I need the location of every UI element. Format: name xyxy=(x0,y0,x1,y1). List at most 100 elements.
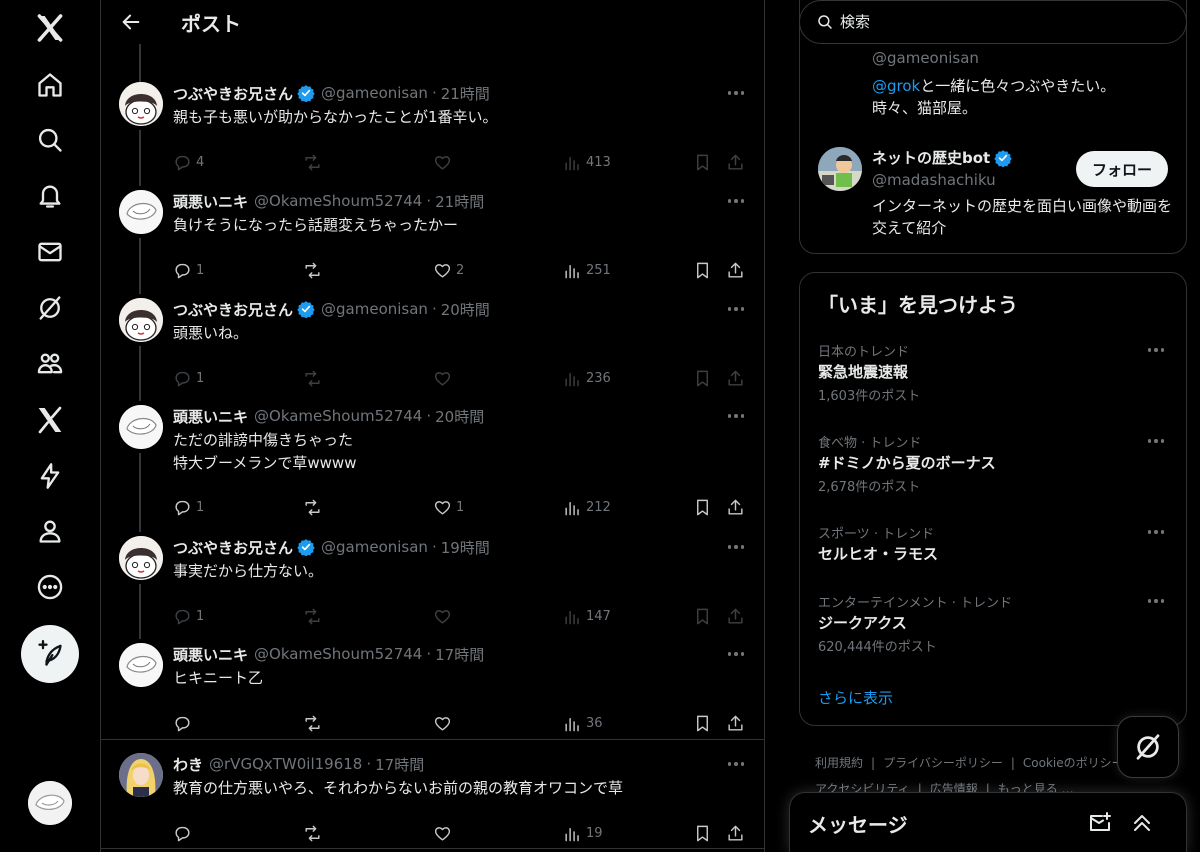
repost-button[interactable] xyxy=(303,823,322,843)
views-button[interactable]: 19 xyxy=(563,823,603,843)
post-time[interactable]: 17時間 xyxy=(375,754,424,775)
repost-button[interactable] xyxy=(303,260,322,280)
communities-icon[interactable] xyxy=(22,336,78,392)
share-button[interactable] xyxy=(726,152,745,172)
repost-button[interactable] xyxy=(303,606,322,626)
author-name[interactable]: 頭悪いニキ xyxy=(173,191,248,212)
share-button[interactable] xyxy=(726,606,745,626)
author-name[interactable]: 頭悪いニキ xyxy=(173,406,248,427)
more-options-icon[interactable] xyxy=(726,645,746,663)
share-button[interactable] xyxy=(726,260,745,280)
views-button[interactable]: 36 xyxy=(563,713,603,733)
post-time[interactable]: 19時間 xyxy=(441,537,490,558)
author-handle[interactable]: @OkameShoum52744 xyxy=(254,407,422,425)
author-name[interactable]: つぶやきお兄さん xyxy=(173,83,293,104)
like-button[interactable] xyxy=(433,368,456,388)
footer-link[interactable]: プライバシーポリシー xyxy=(883,756,1003,770)
like-button[interactable] xyxy=(433,152,456,172)
profile-person-icon[interactable] xyxy=(22,503,78,559)
like-button[interactable] xyxy=(433,606,456,626)
premium-x-icon[interactable] xyxy=(22,392,78,448)
trend-item[interactable]: エンターテインメント · トレンド ジークアクス 620,444件のポスト xyxy=(800,592,1186,672)
share-button[interactable] xyxy=(726,823,745,843)
compose-post-button[interactable] xyxy=(21,625,79,683)
reply-button[interactable]: 1 xyxy=(173,606,204,626)
author-handle[interactable]: @gameonisan xyxy=(321,300,428,318)
account-avatar[interactable] xyxy=(28,781,72,825)
messages-drawer[interactable]: メッセージ xyxy=(789,792,1187,852)
author-handle[interactable]: @OkameShoum52744 xyxy=(254,192,422,210)
views-button[interactable]: 236 xyxy=(563,368,611,388)
repost-button[interactable] xyxy=(303,713,322,733)
post-time[interactable]: 20時間 xyxy=(435,406,484,427)
like-button[interactable] xyxy=(433,713,456,733)
like-button[interactable]: 1 xyxy=(433,497,464,517)
avatar[interactable] xyxy=(119,405,163,449)
views-button[interactable]: 212 xyxy=(563,497,611,517)
post-time[interactable]: 20時間 xyxy=(441,299,490,320)
reply-button[interactable]: 1 xyxy=(173,497,204,517)
more-options-icon[interactable] xyxy=(726,407,746,425)
search-input[interactable] xyxy=(840,13,1140,31)
views-button[interactable]: 251 xyxy=(563,260,611,280)
like-button[interactable]: 2 xyxy=(433,260,464,280)
avatar[interactable] xyxy=(119,298,163,342)
more-options-icon[interactable] xyxy=(726,538,746,556)
author-name[interactable]: わき xyxy=(173,754,203,775)
trend-item[interactable]: 食べ物 · トレンド #ドミノから夏のボーナス 2,678件のポスト xyxy=(800,432,1186,512)
trend-item[interactable]: スポーツ · トレンド セルヒオ・ラモス xyxy=(800,523,1186,603)
new-message-icon[interactable] xyxy=(1088,811,1112,835)
follow-button[interactable]: フォロー xyxy=(1075,151,1168,187)
trend-item[interactable]: 日本のトレンド 緊急地震速報 1,603件のポスト xyxy=(800,341,1186,421)
reply-button[interactable]: 4 xyxy=(173,152,204,172)
reply-button[interactable] xyxy=(173,713,196,733)
lightning-icon[interactable] xyxy=(22,448,78,504)
bookmark-button[interactable] xyxy=(693,368,712,388)
home-icon[interactable] xyxy=(22,57,78,113)
more-options-icon[interactable] xyxy=(726,300,746,318)
reply-button[interactable]: 1 xyxy=(173,260,204,280)
author-name[interactable]: 頭悪いニキ xyxy=(173,644,248,665)
more-options-icon[interactable] xyxy=(726,755,746,773)
bookmark-button[interactable] xyxy=(693,606,712,626)
footer-link[interactable]: 利用規約 xyxy=(815,756,863,770)
bookmark-button[interactable] xyxy=(693,713,712,733)
back-button[interactable] xyxy=(113,4,149,40)
show-more-link[interactable]: さらに表示 xyxy=(818,687,893,708)
more-circle-icon[interactable] xyxy=(22,559,78,615)
more-options-icon[interactable] xyxy=(726,192,746,210)
author-handle[interactable]: @gameonisan xyxy=(321,84,428,102)
share-button[interactable] xyxy=(726,497,745,517)
bookmark-button[interactable] xyxy=(693,823,712,843)
grok-floating-button[interactable] xyxy=(1117,716,1179,778)
views-button[interactable]: 147 xyxy=(563,606,611,626)
avatar[interactable] xyxy=(119,536,163,580)
bookmark-button[interactable] xyxy=(693,260,712,280)
more-options-icon[interactable] xyxy=(1146,592,1166,610)
share-button[interactable] xyxy=(726,713,745,733)
avatar[interactable] xyxy=(119,190,163,234)
search-icon[interactable] xyxy=(22,112,78,168)
more-options-icon[interactable] xyxy=(1146,341,1166,359)
repost-button[interactable] xyxy=(303,368,322,388)
repost-button[interactable] xyxy=(303,497,322,517)
like-button[interactable] xyxy=(433,823,456,843)
author-handle[interactable]: @gameonisan xyxy=(321,538,428,556)
author-handle[interactable]: @rVGQxTW0il19618 xyxy=(209,755,362,773)
post-time[interactable]: 17時間 xyxy=(435,644,484,665)
chevron-double-up-icon[interactable] xyxy=(1130,811,1154,835)
more-options-icon[interactable] xyxy=(1146,523,1166,541)
avatar[interactable] xyxy=(119,753,163,797)
bookmark-button[interactable] xyxy=(693,152,712,172)
share-button[interactable] xyxy=(726,368,745,388)
bio-mention[interactable]: @grok xyxy=(872,77,920,95)
avatar[interactable] xyxy=(119,82,163,126)
messages-mail-icon[interactable] xyxy=(22,224,78,280)
post-time[interactable]: 21時間 xyxy=(435,191,484,212)
author-name[interactable]: つぶやきお兄さん xyxy=(173,299,293,320)
author-handle[interactable]: @OkameShoum52744 xyxy=(254,645,422,663)
views-button[interactable]: 413 xyxy=(563,152,611,172)
notifications-bell-icon[interactable] xyxy=(22,168,78,224)
avatar[interactable] xyxy=(119,643,163,687)
x-logo-icon[interactable] xyxy=(22,0,78,56)
